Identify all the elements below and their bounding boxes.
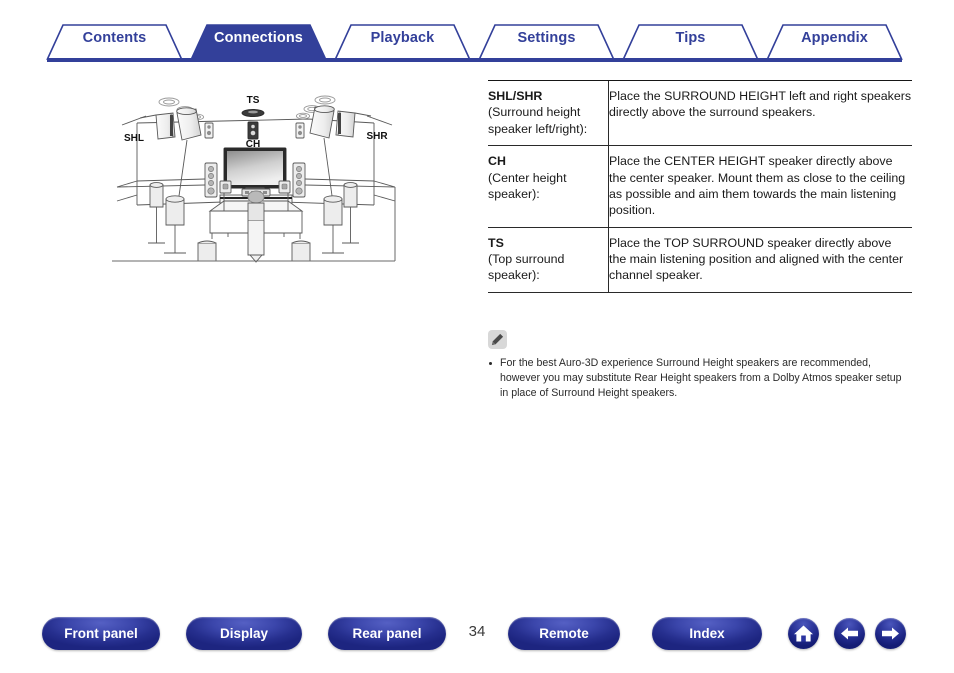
table-row: SHL/SHR (Surround height speaker left/ri… bbox=[488, 81, 912, 147]
table-cell-description: Place the TOP SURROUND speaker directly … bbox=[608, 227, 912, 293]
index-button[interactable]: Index bbox=[652, 617, 762, 650]
rear-panel-button[interactable]: Rear panel bbox=[328, 617, 446, 650]
footer-toolbar[interactable]: Front panel Display Rear panel 34 Remote… bbox=[0, 607, 954, 673]
speaker-placement-table: SHL/SHR (Surround height speaker left/ri… bbox=[488, 80, 912, 293]
diagram-label-shr: SHR bbox=[366, 131, 388, 142]
tab-contents[interactable]: Contents bbox=[47, 18, 182, 58]
table-cell-term: SHL/SHR (Surround height speaker left/ri… bbox=[488, 81, 609, 147]
term-full-name: (Center height speaker): bbox=[488, 170, 567, 201]
term-abbreviation: CH bbox=[488, 154, 506, 169]
page-content: TS CH SHL SHR SHL/SHR (Surround height s… bbox=[0, 62, 954, 607]
table-cell-description: Place the CENTER HEIGHT speaker directly… bbox=[608, 145, 912, 228]
term-full-name: (Surround height speaker left/right): bbox=[488, 105, 588, 136]
tab-playback[interactable]: Playback bbox=[335, 18, 470, 58]
note-block: For the best Auro-3D experience Surround… bbox=[488, 330, 912, 401]
term-abbreviation: SHL/SHR bbox=[488, 89, 543, 103]
pencil-icon bbox=[488, 330, 507, 349]
back-button[interactable] bbox=[834, 618, 865, 649]
speaker-layout-diagram: TS CH SHL SHR bbox=[112, 85, 400, 265]
term-abbreviation: TS bbox=[488, 235, 504, 250]
tab-connections[interactable]: Connections bbox=[191, 18, 326, 58]
display-button[interactable]: Display bbox=[186, 617, 302, 650]
diagram-label-shl: SHL bbox=[124, 133, 144, 144]
home-button[interactable] bbox=[788, 618, 819, 649]
main-navigation-tabs[interactable]: Contents Connections Playback Settings T… bbox=[0, 18, 954, 62]
note-item: For the best Auro-3D experience Surround… bbox=[488, 356, 912, 401]
page-number: 34 bbox=[468, 623, 486, 640]
table-cell-term: TS (Top surround speaker): bbox=[488, 227, 609, 293]
table-cell-term: CH (Center height speaker): bbox=[488, 145, 609, 228]
diagram-label-ch: CH bbox=[246, 139, 260, 150]
note-list: For the best Auro-3D experience Surround… bbox=[488, 356, 912, 401]
table-row: TS (Top surround speaker): Place the TOP… bbox=[488, 227, 912, 293]
front-panel-button[interactable]: Front panel bbox=[42, 617, 160, 650]
table-row: CH (Center height speaker): Place the CE… bbox=[488, 145, 912, 228]
forward-button[interactable] bbox=[875, 618, 906, 649]
tab-appendix[interactable]: Appendix bbox=[767, 18, 902, 58]
remote-button[interactable]: Remote bbox=[508, 617, 620, 650]
tab-settings[interactable]: Settings bbox=[479, 18, 614, 58]
term-full-name: (Top surround speaker): bbox=[488, 252, 565, 283]
table-cell-description: Place the SURROUND HEIGHT left and right… bbox=[608, 81, 912, 147]
tab-tips[interactable]: Tips bbox=[623, 18, 758, 58]
diagram-label-ts: TS bbox=[247, 95, 260, 106]
